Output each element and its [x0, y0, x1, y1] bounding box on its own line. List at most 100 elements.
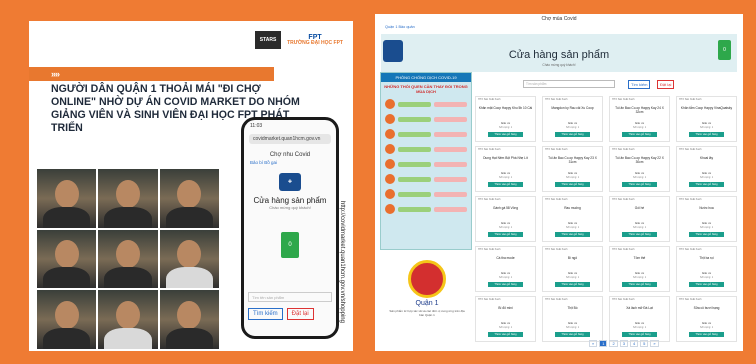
phone-cart-button[interactable]: 0: [281, 232, 299, 258]
product-name: Nước hoa: [699, 206, 714, 210]
product-qty: Số lượng: 1: [699, 226, 714, 229]
product-card[interactable]: HTX Sản Xuất Xanh Khăn mặt Coop Happy Kh…: [475, 96, 536, 142]
product-name: Cá tha mode: [496, 256, 515, 260]
add-to-cart-button[interactable]: Thêm vào giỏ hàng: [689, 132, 724, 137]
product-card[interactable]: HTX Sản Xuất Xanh Nước hoa Giá: xx Số lư…: [676, 196, 737, 242]
add-to-cart-button[interactable]: Thêm vào giỏ hàng: [488, 132, 523, 137]
phone-url-bar[interactable]: covidmarket.quan1hcm.gov.vn: [249, 134, 331, 144]
cart-button[interactable]: 0: [718, 40, 731, 60]
team-photo: [37, 169, 97, 228]
add-to-cart-button[interactable]: Thêm vào giỏ hàng: [555, 182, 590, 187]
product-card[interactable]: HTX Sản Xuất Xanh Mangdon ky Rau cải Xu …: [542, 96, 603, 142]
product-card[interactable]: HTX Sản Xuất Xanh Khăn tắm Coop Happy Vi…: [676, 96, 737, 142]
product-shop: HTX Sản Xuất Xanh: [679, 98, 702, 101]
product-name: Xà lách mỡ Đà Lạt: [626, 306, 653, 310]
product-card[interactable]: HTX Sản Xuất Xanh Túi ăn Bao Co.op Happy…: [609, 146, 670, 192]
product-card[interactable]: HTX Sản Xuất Xanh Cá tha mode Giá: xx Số…: [475, 246, 536, 292]
product-shop: HTX Sản Xuất Xanh: [545, 198, 568, 201]
poster-row: [385, 159, 467, 169]
add-to-cart-button[interactable]: Thêm vào giỏ hàng: [488, 182, 523, 187]
product-name: Khăn tắm Coop Happy VinaQuatsky: [680, 106, 733, 110]
product-card[interactable]: HTX Sản Xuất Xanh Dung Hạt Nêm Bột Phá N…: [475, 146, 536, 192]
page-link[interactable]: 2: [609, 340, 618, 347]
product-qty: Số lượng: 1: [498, 276, 513, 279]
add-to-cart-button[interactable]: Thêm vào giỏ hàng: [488, 232, 523, 237]
store-title: Cửa hàng sản phẩm: [508, 49, 610, 61]
product-shop: HTX Sản Xuất Xanh: [545, 98, 568, 101]
top-links[interactable]: Quận 1 Bảo quản: [385, 25, 415, 29]
product-name: Dung Hạt Nêm Bột Phá Nhẹ Lít: [483, 156, 528, 160]
product-card[interactable]: HTX Sản Xuất Xanh Túi ăn Bao Co.op Happy…: [542, 146, 603, 192]
product-card[interactable]: HTX Sản Xuất Xanh Sữa cô bươi hạng Giá: …: [676, 296, 737, 342]
product-name: Thịt Bò: [567, 306, 578, 310]
poster-title: PHÒNG CHỐNG DỊCH COVID-19: [381, 73, 471, 82]
phone-site-name: Chợ nhu Covid: [269, 152, 311, 158]
add-to-cart-button[interactable]: Thêm vào giỏ hàng: [555, 132, 590, 137]
product-shop: HTX Sản Xuất Xanh: [612, 198, 635, 201]
add-to-cart-button[interactable]: Thêm vào giỏ hàng: [622, 132, 657, 137]
phone-reset-button[interactable]: Đặt lại: [286, 308, 314, 320]
add-to-cart-button[interactable]: Thêm vào giỏ hàng: [555, 282, 590, 287]
product-card[interactable]: HTX Sản Xuất Xanh Bí đỏ mini Giá: xx Số …: [475, 296, 536, 342]
product-card[interactable]: HTX Sản Xuất Xanh Khoai lây Giá: xx Số l…: [676, 146, 737, 192]
product-qty: Số lượng: 1: [699, 326, 714, 329]
phone-mockup: 11:03 covidmarket.quan1hcm.gov.vn Chợ nh…: [241, 117, 339, 339]
add-to-cart-button[interactable]: Thêm vào giỏ hàng: [622, 232, 657, 237]
store-subtitle: Chào mừng quý khách!: [542, 63, 576, 67]
product-name: Bí đỏ mini: [498, 306, 513, 310]
product-shop: HTX Sản Xuất Xanh: [545, 248, 568, 251]
product-name: Gói hè: [634, 206, 645, 210]
product-qty: Số lượng: 1: [632, 126, 647, 129]
page-link[interactable]: 4: [629, 340, 639, 347]
add-to-cart-button[interactable]: Thêm vào giỏ hàng: [488, 332, 523, 337]
page-link[interactable]: 5: [640, 340, 649, 347]
add-to-cart-button[interactable]: Thêm vào giỏ hàng: [622, 332, 657, 337]
product-card[interactable]: HTX Sản Xuất Xanh Xà lách mỡ Đà Lạt Giá:…: [609, 296, 670, 342]
product-name: Túi ăn Bao Co.op Happy Kay 23 X 31cm: [548, 156, 597, 164]
product-name: Khoai lây: [699, 156, 714, 160]
search-button[interactable]: Tìm kiếm: [628, 80, 651, 89]
add-to-cart-button[interactable]: Thêm vào giỏ hàng: [555, 332, 590, 337]
product-card[interactable]: HTX Sản Xuất Xanh Rau muống Giá: xx Số l…: [542, 196, 603, 242]
product-card[interactable]: HTX Sản Xuất Xanh Tôm thẻ Giá: xx Số lượ…: [609, 246, 670, 292]
add-to-cart-button[interactable]: Thêm vào giỏ hàng: [689, 282, 724, 287]
page-link[interactable]: 3: [619, 340, 628, 347]
search-input[interactable]: Tìm sản phẩm: [523, 80, 615, 88]
product-shop: HTX Sản Xuất Xanh: [478, 98, 501, 101]
product-name: Rau muống: [564, 206, 581, 210]
product-qty: Số lượng: 1: [699, 176, 714, 179]
product-card[interactable]: HTX Sản Xuất Xanh Thịt ba rọi Giá: xx Số…: [676, 246, 737, 292]
vertical-url-text: http://covidmarket.quan1hcm.gov.vn/shopp…: [339, 201, 345, 323]
product-name: Gánh gà 58 Vông: [493, 206, 518, 210]
page-link[interactable]: »: [650, 340, 659, 347]
add-to-cart-button[interactable]: Thêm vào giỏ hàng: [622, 182, 657, 187]
poster-row: [385, 174, 467, 184]
reset-button[interactable]: Đặt lại: [657, 80, 675, 89]
team-photo: [159, 229, 219, 289]
add-to-cart-button[interactable]: Thêm vào giỏ hàng: [689, 182, 724, 187]
product-card[interactable]: HTX Sản Xuất Xanh Túi ăn Bao Co.op Happy…: [609, 96, 670, 142]
product-card[interactable]: HTX Sản Xuất Xanh Gói hè Giá: xx Số lượn…: [609, 196, 670, 242]
team-photo: [37, 290, 97, 349]
product-card[interactable]: HTX Sản Xuất Xanh Bí ngô Giá: xx Số lượn…: [542, 246, 603, 292]
phone-links[interactable]: Bảo bí Bồ gai: [250, 160, 330, 165]
district-emblem-icon: [408, 260, 446, 298]
add-to-cart-button[interactable]: Thêm vào giỏ hàng: [689, 332, 724, 337]
add-to-cart-button[interactable]: Thêm vào giỏ hàng: [689, 232, 724, 237]
product-price: Giá: xx: [634, 271, 645, 275]
phone-search-button[interactable]: Tìm kiếm: [248, 308, 283, 320]
add-to-cart-button[interactable]: Thêm vào giỏ hàng: [555, 232, 590, 237]
page-link[interactable]: «: [589, 340, 598, 347]
product-price: Giá: xx: [634, 121, 645, 125]
add-to-cart-button[interactable]: Thêm vào giỏ hàng: [622, 282, 657, 287]
product-card[interactable]: HTX Sản Xuất Xanh Thịt Bò Giá: xx Số lượ…: [542, 296, 603, 342]
add-to-cart-button[interactable]: Thêm vào giỏ hàng: [488, 282, 523, 287]
phone-search-input[interactable]: Tìm tên sản phẩm: [248, 292, 332, 302]
product-grid: HTX Sản Xuất Xanh Khăn mặt Coop Happy Kh…: [475, 96, 737, 342]
product-card[interactable]: HTX Sản Xuất Xanh Gánh gà 58 Vông Giá: x…: [475, 196, 536, 242]
product-name: Mangdon ky Rau cải Xu Coop: [551, 106, 594, 110]
page-link[interactable]: 1: [599, 340, 608, 347]
fpt-logo-sub: TRƯỜNG ĐẠI HỌC FPT: [287, 40, 343, 46]
poster-row: [385, 189, 467, 199]
product-price: Giá: xx: [701, 171, 712, 175]
